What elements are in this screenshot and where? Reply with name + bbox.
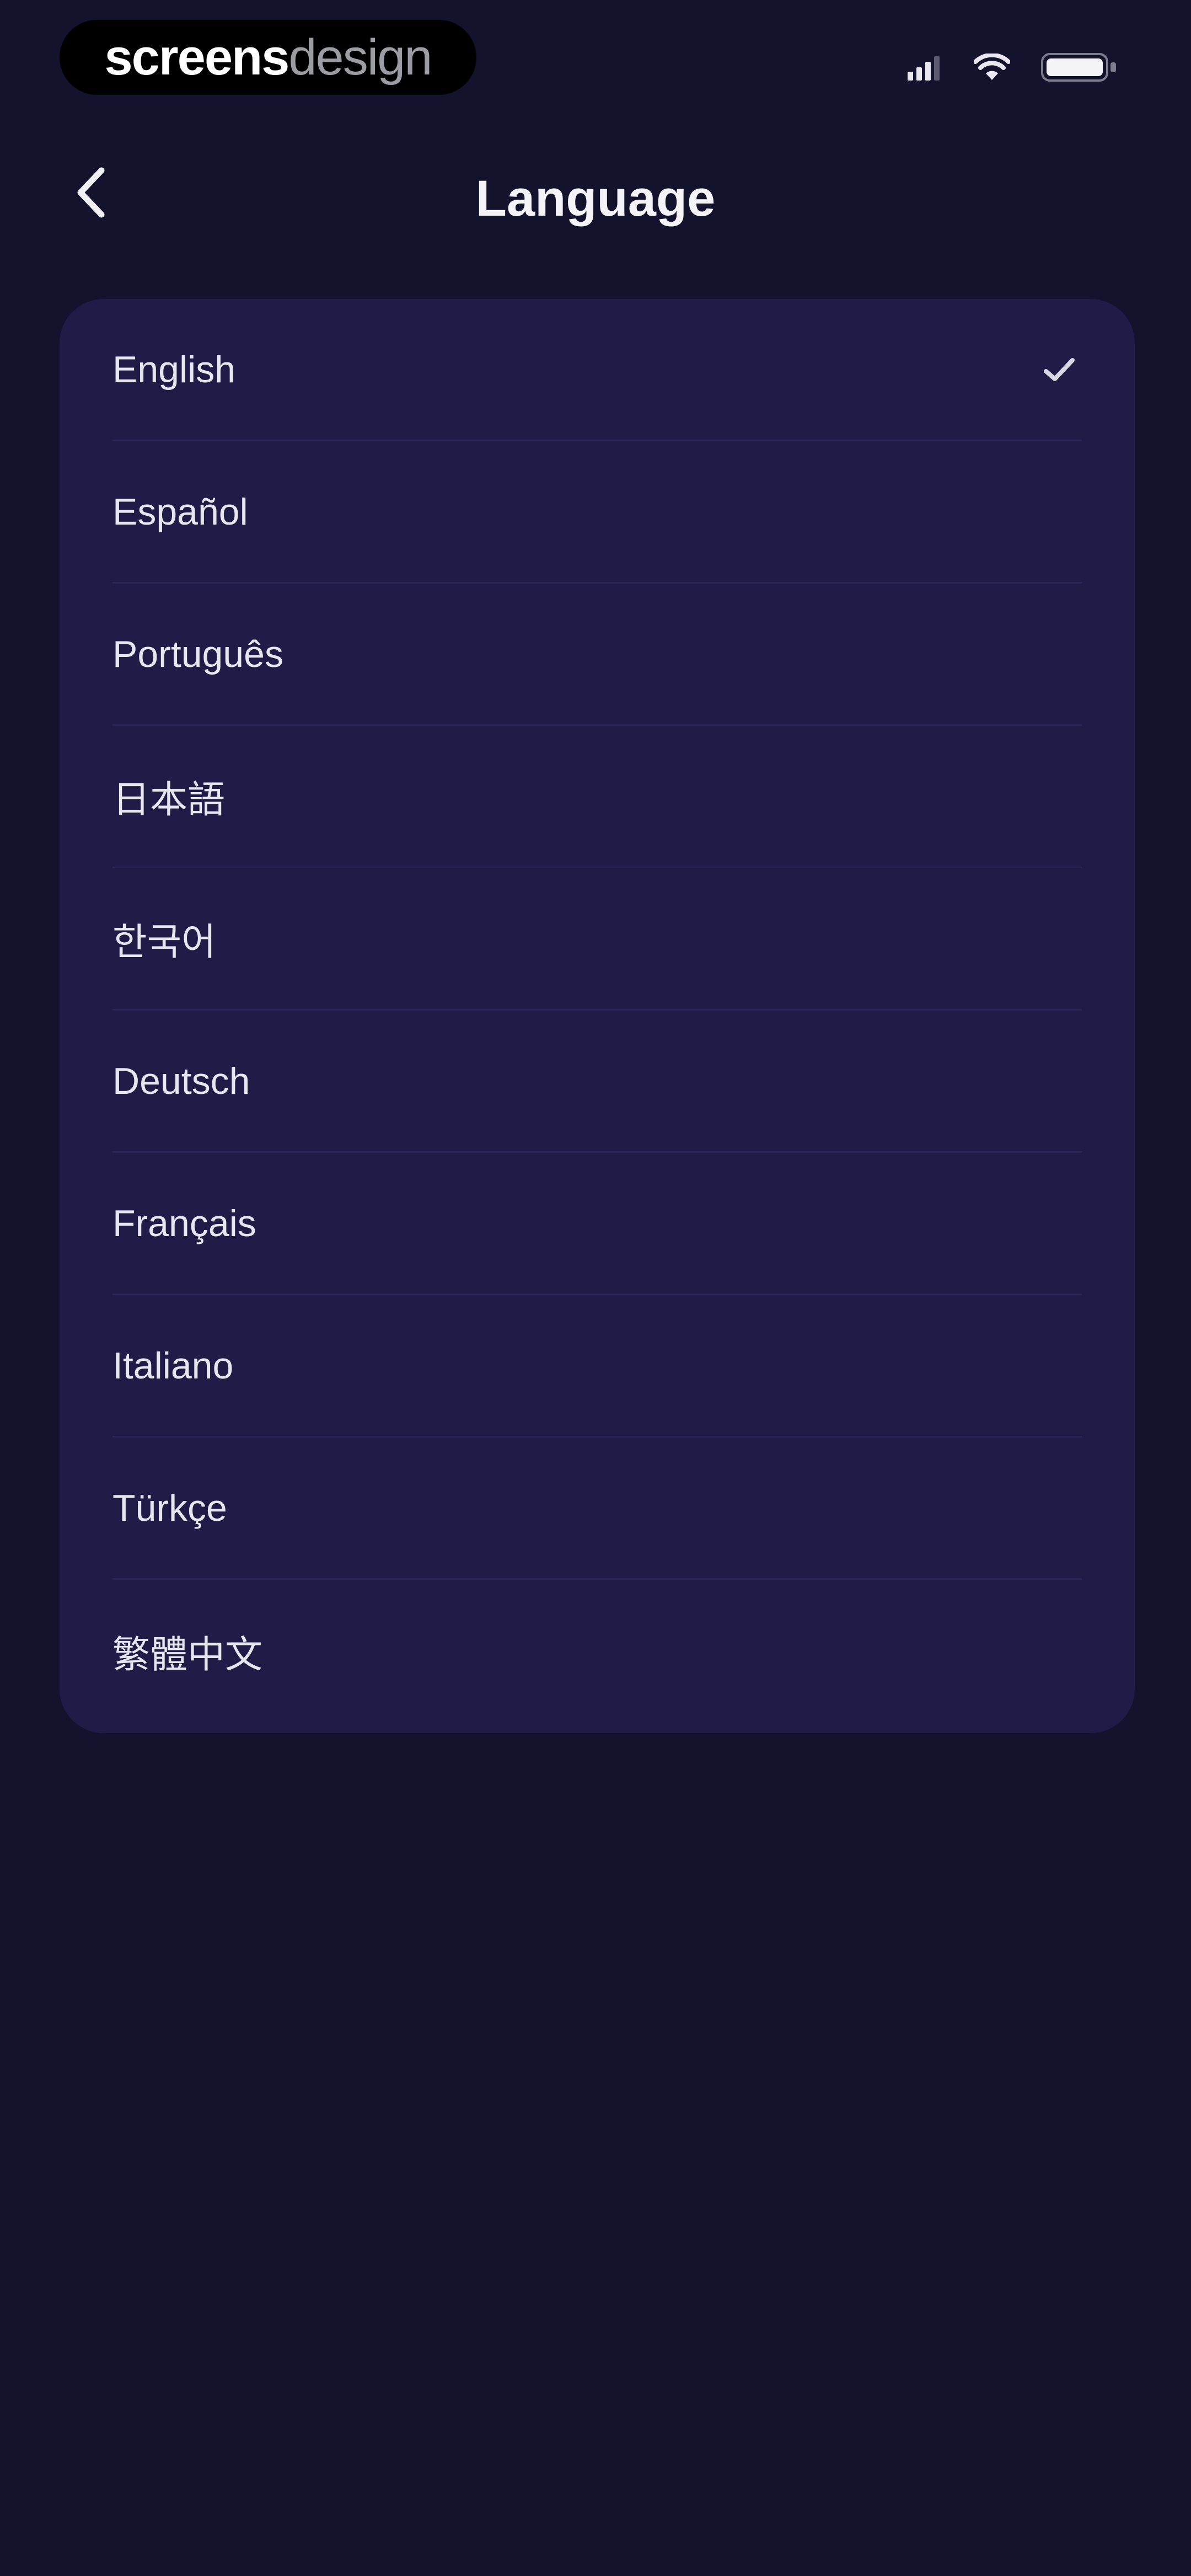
language-item-turkish[interactable]: Türkçe: [112, 1437, 1082, 1580]
language-item-german[interactable]: Deutsch: [112, 1011, 1082, 1153]
language-label: 繁體中文: [112, 1633, 263, 1676]
language-item-japanese[interactable]: 日本語: [112, 726, 1082, 868]
language-label: English: [112, 348, 236, 391]
language-item-italian[interactable]: Italiano: [112, 1295, 1082, 1437]
page-title: Language: [475, 170, 716, 227]
status-bar: screensdesign: [0, 0, 1191, 121]
language-list: English Español Português 日本語 한국어 Deutsc…: [60, 299, 1135, 1733]
language-item-korean[interactable]: 한국어: [112, 868, 1082, 1011]
watermark-text: screensdesign: [104, 29, 433, 87]
nav-header: Language: [0, 143, 1191, 243]
watermark-bold: screens: [104, 29, 290, 85]
language-label: Português: [112, 633, 283, 675]
checkmark-icon: [1040, 350, 1079, 389]
language-item-traditional-chinese[interactable]: 繁體中文: [112, 1580, 1082, 1722]
language-screen: screensdesign Language English Español P…: [0, 0, 1191, 2576]
battery-icon: [1041, 52, 1118, 85]
watermark-logo: screensdesign: [60, 20, 476, 95]
watermark-light: design: [288, 29, 432, 85]
language-item-english[interactable]: English: [112, 299, 1082, 441]
language-label: Italiano: [112, 1344, 234, 1387]
language-label: 日本語: [112, 779, 226, 821]
language-label: Español: [112, 490, 248, 533]
language-label: Français: [112, 1202, 256, 1244]
language-item-portuguese[interactable]: Português: [112, 584, 1082, 726]
signal-icon: [908, 54, 943, 83]
language-label: 한국어: [112, 921, 216, 963]
language-label: Türkçe: [112, 1487, 227, 1529]
language-item-spanish[interactable]: Español: [112, 441, 1082, 584]
language-item-french[interactable]: Français: [112, 1153, 1082, 1295]
status-icons: [908, 51, 1118, 86]
language-label: Deutsch: [112, 1060, 250, 1102]
wifi-icon: [973, 52, 1011, 84]
